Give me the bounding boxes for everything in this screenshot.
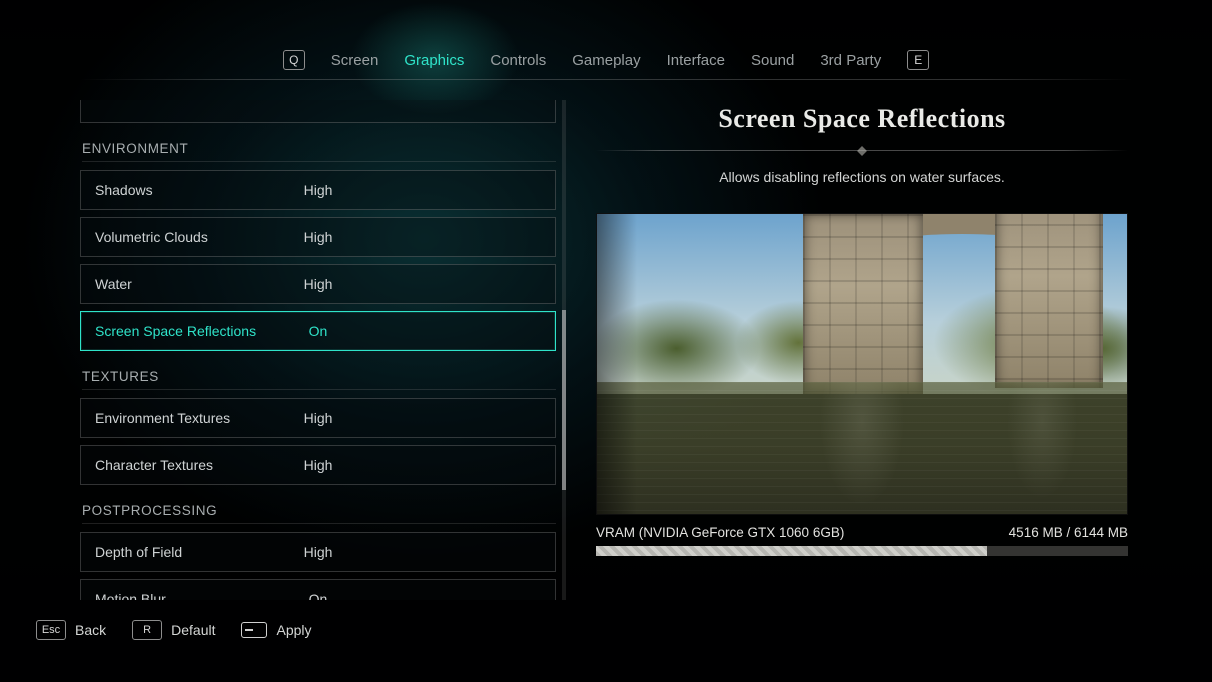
r-key-icon: R bbox=[132, 620, 162, 640]
tab-sound[interactable]: Sound bbox=[751, 52, 794, 69]
detail-description: Allows disabling reflections on water su… bbox=[596, 169, 1128, 185]
option-label: Depth of Field bbox=[95, 544, 182, 560]
preview-image bbox=[596, 213, 1128, 515]
option-environment-textures[interactable]: Environment Textures High bbox=[80, 398, 556, 438]
back-label: Back bbox=[75, 622, 106, 638]
footer-controls: Esc Back R Default Apply bbox=[36, 620, 312, 640]
option-value: High bbox=[304, 410, 333, 426]
option-label: Environment Textures bbox=[95, 410, 230, 426]
tab-prev-key[interactable]: Q bbox=[283, 50, 305, 70]
vram-label: VRAM (NVIDIA GeForce GTX 1060 6GB) bbox=[596, 525, 844, 540]
tab-interface[interactable]: Interface bbox=[667, 52, 725, 69]
option-volumetric-clouds[interactable]: Volumetric Clouds High bbox=[80, 217, 556, 257]
option-value: High bbox=[304, 544, 333, 560]
section-header-environment: ENVIRONMENT bbox=[82, 141, 556, 162]
option-row-cutoff[interactable] bbox=[80, 100, 556, 123]
option-value: High bbox=[304, 276, 333, 292]
options-panel: ENVIRONMENT Shadows High Volumetric Clouds H… bbox=[80, 100, 556, 600]
section-header-textures: TEXTURES bbox=[82, 369, 556, 390]
detail-title: Screen Space Reflections bbox=[596, 104, 1128, 134]
enter-key-icon bbox=[241, 622, 267, 638]
tab-screen[interactable]: Screen bbox=[331, 52, 379, 69]
option-value: High bbox=[304, 457, 333, 473]
vram-bar-fill bbox=[596, 546, 987, 556]
section-header-postprocessing: POSTPROCESSING bbox=[82, 503, 556, 524]
option-label: Motion Blur bbox=[95, 591, 166, 600]
divider-ornament bbox=[596, 150, 1128, 151]
option-label: Shadows bbox=[95, 182, 153, 198]
option-motion-blur[interactable]: Motion Blur On bbox=[80, 579, 556, 600]
option-depth-of-field[interactable]: Depth of Field High bbox=[80, 532, 556, 572]
tab-3rd-party[interactable]: 3rd Party bbox=[820, 52, 881, 69]
tab-next-key[interactable]: E bbox=[907, 50, 929, 70]
apply-label: Apply bbox=[276, 622, 311, 638]
settings-tabs: Q Screen Graphics Controls Gameplay Interfac… bbox=[0, 50, 1212, 70]
apply-button[interactable]: Apply bbox=[241, 622, 311, 638]
back-button[interactable]: Esc Back bbox=[36, 620, 106, 640]
option-value: On bbox=[309, 591, 328, 600]
vram-bar bbox=[596, 546, 1128, 556]
option-shadows[interactable]: Shadows High bbox=[80, 170, 556, 210]
esc-key-icon: Esc bbox=[36, 620, 66, 640]
option-label: Character Textures bbox=[95, 457, 213, 473]
option-value: High bbox=[304, 229, 333, 245]
options-scrollbar[interactable] bbox=[562, 100, 566, 600]
option-value: On bbox=[309, 323, 328, 339]
default-button[interactable]: R Default bbox=[132, 620, 215, 640]
default-label: Default bbox=[171, 622, 215, 638]
vram-usage: 4516 MB / 6144 MB bbox=[1009, 525, 1128, 540]
detail-panel: Screen Space Reflections Allows disablin… bbox=[596, 104, 1128, 556]
option-value: High bbox=[304, 182, 333, 198]
tab-controls[interactable]: Controls bbox=[490, 52, 546, 69]
option-character-textures[interactable]: Character Textures High bbox=[80, 445, 556, 485]
tab-graphics[interactable]: Graphics bbox=[404, 52, 464, 69]
option-label: Volumetric Clouds bbox=[95, 229, 208, 245]
option-label: Water bbox=[95, 276, 132, 292]
option-water[interactable]: Water High bbox=[80, 264, 556, 304]
tab-gameplay[interactable]: Gameplay bbox=[572, 52, 640, 69]
scrollbar-thumb[interactable] bbox=[562, 310, 566, 490]
option-screen-space-reflections[interactable]: Screen Space Reflections On bbox=[80, 311, 556, 351]
option-label: Screen Space Reflections bbox=[95, 323, 256, 339]
